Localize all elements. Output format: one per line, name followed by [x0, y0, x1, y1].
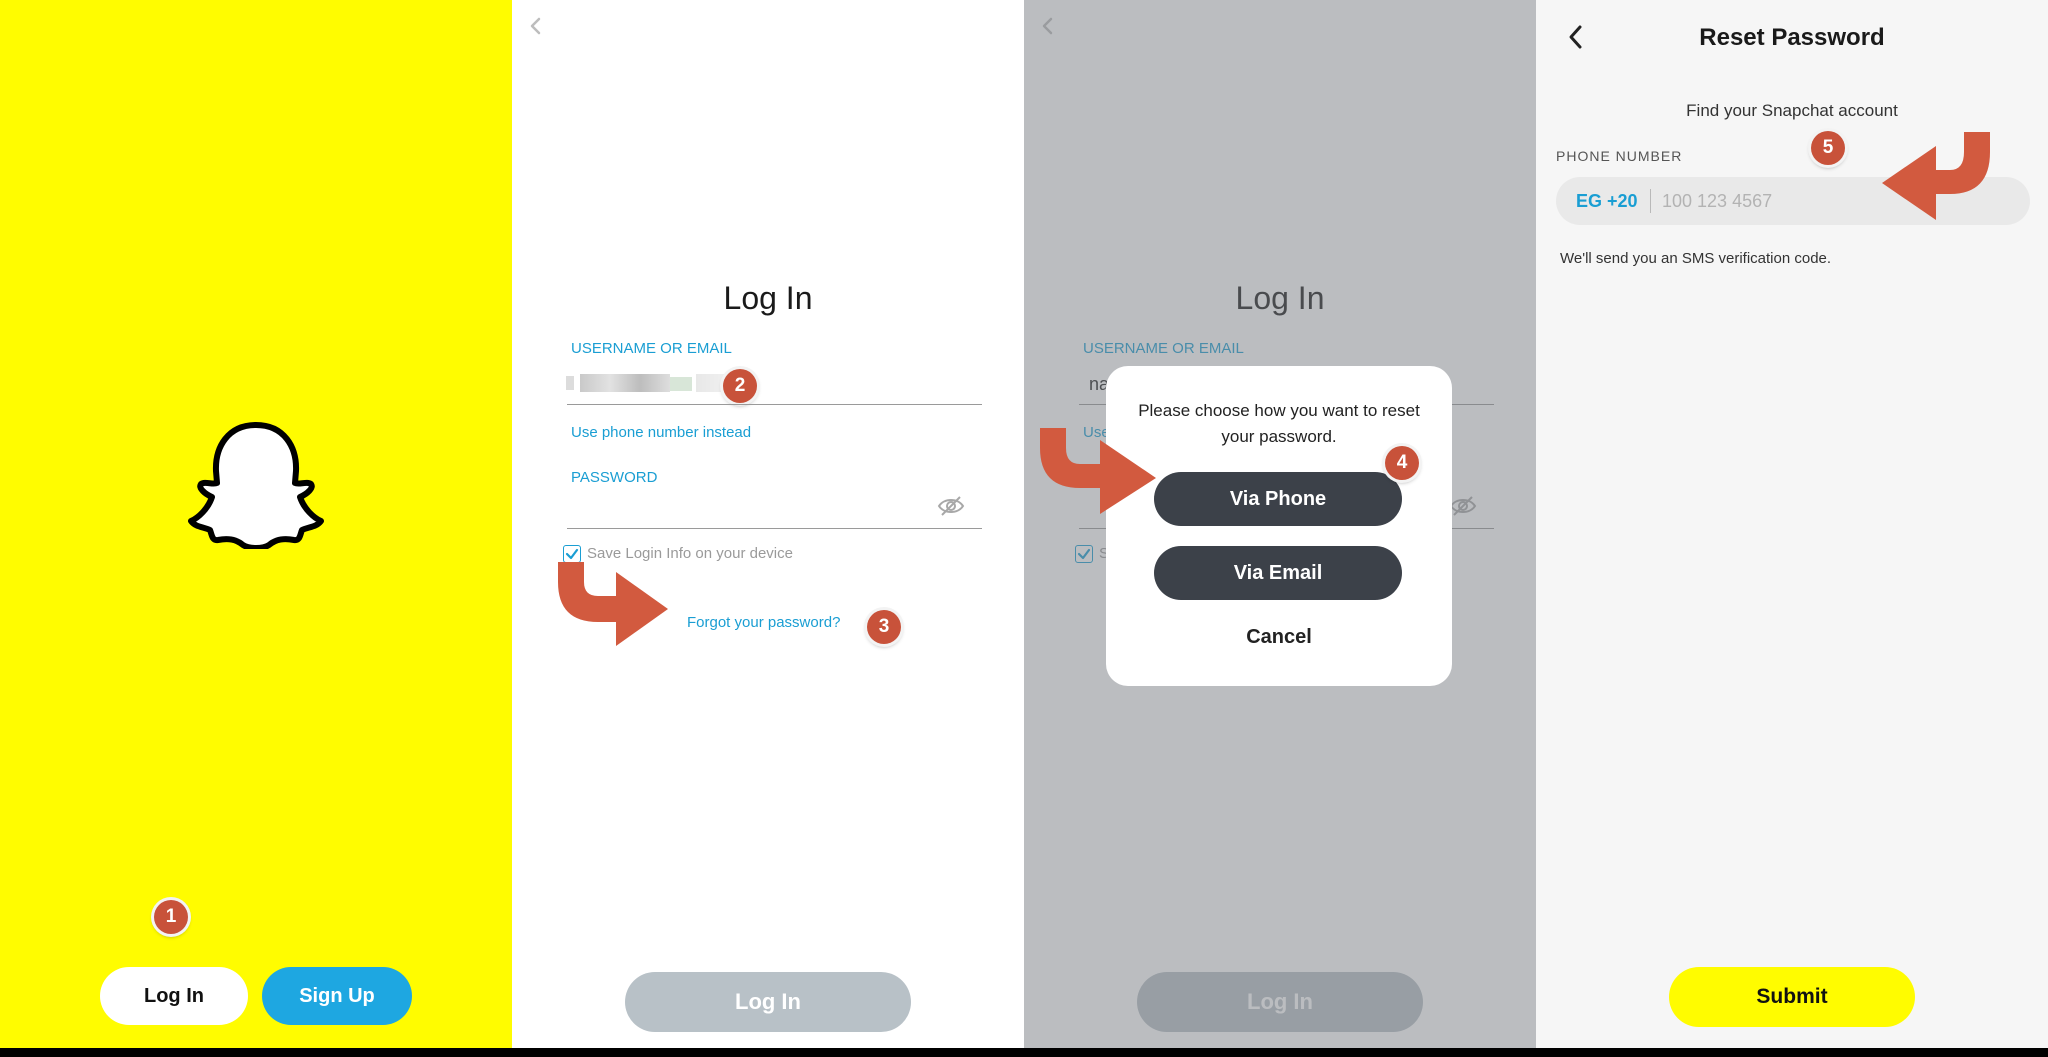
arrow-to-via-phone-icon — [1040, 428, 1156, 514]
use-phone-link[interactable]: Use phone number instead — [571, 424, 751, 441]
username-label: USERNAME OR EMAIL — [571, 340, 732, 357]
page-title: Log In — [723, 280, 813, 316]
snapchat-ghost-icon — [188, 422, 324, 549]
country-code-selector[interactable]: EG +20 — [1576, 191, 1638, 212]
signup-button[interactable]: Sign Up — [262, 967, 412, 1025]
via-phone-button[interactable]: Via Phone — [1154, 472, 1402, 526]
reset-choice-screen: Log In USERNAME OR EMAIL na Use PA S Log… — [1024, 0, 1536, 1048]
sms-note: We'll send you an SMS verification code. — [1560, 250, 1832, 267]
hide-password-eye-icon[interactable] — [936, 494, 966, 518]
password-underline — [567, 528, 982, 529]
checkmark-icon — [565, 548, 579, 560]
save-login-label: Save Login Info on your device — [587, 545, 793, 562]
step-badge-1: 1 — [154, 900, 188, 934]
tutorial-screens: 1 Log In Sign Up Log In USERNAME OR EMAI… — [0, 0, 2048, 1048]
username-underline — [567, 404, 982, 405]
via-email-button[interactable]: Via Email — [1154, 546, 1402, 600]
password-label: PASSWORD — [571, 469, 658, 486]
save-login-checkbox[interactable] — [563, 545, 581, 563]
step-badge-5: 5 — [1811, 131, 1845, 165]
step-badge-2: 2 — [723, 369, 757, 403]
step-badge-4: 4 — [1385, 446, 1419, 480]
welcome-screen: 1 Log In Sign Up — [0, 0, 512, 1048]
page-title: Reset Password — [1699, 24, 1885, 51]
login-submit-button[interactable]: Log In — [625, 972, 911, 1032]
submit-button[interactable]: Submit — [1669, 967, 1915, 1027]
phone-number-label: PHONE NUMBER — [1556, 148, 1683, 164]
arrow-to-forgot-icon — [558, 562, 668, 646]
forgot-password-link[interactable]: Forgot your password? — [687, 614, 840, 631]
page-subtitle: Find your Snapchat account — [1686, 101, 1898, 120]
cancel-button[interactable]: Cancel — [1106, 626, 1452, 649]
blurred-username-value[interactable] — [566, 374, 736, 394]
step-badge-3: 3 — [867, 610, 901, 644]
dialog-message: Please choose how you want to reset your… — [1138, 401, 1420, 446]
phone-input-placeholder[interactable]: 100 123 4567 — [1662, 191, 1772, 212]
login-button[interactable]: Log In — [100, 967, 248, 1025]
arrow-to-phone-field-icon — [1882, 132, 1990, 220]
back-chevron-icon[interactable] — [528, 16, 544, 36]
login-screen: Log In USERNAME OR EMAIL 2 Use phone num… — [512, 0, 1024, 1048]
field-divider — [1650, 189, 1651, 213]
reset-password-screen: Reset Password Find your Snapchat accoun… — [1536, 0, 2048, 1048]
